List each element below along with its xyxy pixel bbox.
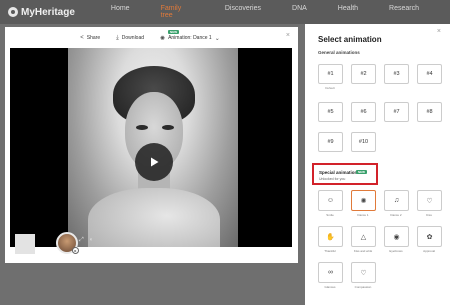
special-animation-caption: Approval	[423, 249, 435, 253]
special-animation-button[interactable]: ♡	[351, 262, 376, 283]
nav-link-home[interactable]: Home	[111, 5, 130, 19]
special-new-badge: NEW	[356, 170, 367, 174]
play-button[interactable]	[135, 143, 173, 181]
special-animation-button[interactable]: ✿	[417, 226, 442, 247]
special-animation-button[interactable]: ♡	[417, 190, 442, 211]
photo-modal: < Share ⤓ Download NEW ✺ Animation: Danc…	[5, 27, 298, 263]
share-button[interactable]: < Share	[80, 35, 100, 41]
nav-link-family-tree[interactable]: Family tree	[161, 5, 194, 19]
special-animation-caption: Dance 2	[390, 213, 402, 217]
smile-icon: ☺	[326, 197, 335, 204]
new-badge: NEW	[168, 29, 180, 34]
general-animations-label: General animations	[318, 50, 360, 55]
eyebrows-icon: ◉	[393, 233, 400, 241]
special-animation-caption: Smile	[326, 213, 334, 217]
special-animation-caption: Compassion	[354, 285, 372, 289]
special-animation-caption: Glances	[324, 285, 336, 289]
brand-name: MyHeritage	[21, 6, 75, 18]
general-animation-button[interactable]: #6	[351, 102, 376, 122]
panel-title: Select animation	[318, 35, 382, 44]
kiss-wink-icon: △	[360, 233, 367, 241]
special-animation-button[interactable]: △	[351, 226, 376, 247]
special-animations-label: Special animations	[319, 170, 360, 175]
animation-label: Animation: Dance 1	[168, 35, 212, 41]
modal-toolbar: < Share ⤓ Download NEW ✺ Animation: Danc…	[5, 29, 298, 44]
nav-links: Home Family tree Discoveries DNA Health …	[111, 5, 450, 19]
brand-logo[interactable]: MyHeritage	[8, 7, 75, 18]
play-icon	[151, 157, 159, 167]
general-animation-button[interactable]: #8	[417, 102, 442, 122]
general-animation-button[interactable]: #4	[417, 64, 442, 84]
nav-link-research[interactable]: Research	[389, 5, 419, 19]
special-animation-caption: Kiss and wink	[353, 249, 373, 253]
general-animation-button[interactable]: #1	[318, 64, 343, 84]
portrait-eye-left	[136, 125, 148, 130]
general-animation-caption: Default	[325, 86, 335, 90]
special-animation-caption: Kiss	[426, 213, 432, 217]
download-label: Download	[121, 35, 145, 41]
special-animation-button[interactable]: ♫	[384, 190, 409, 211]
special-animation-caption: Eyebrows	[389, 249, 403, 253]
myheritage-logo-icon	[8, 7, 18, 17]
special-animation-caption: Dance 1	[357, 213, 369, 217]
download-button[interactable]: ⤓ Download	[116, 35, 144, 42]
special-animation-button[interactable]: ☺	[318, 190, 343, 211]
portrait-eye-right	[162, 125, 174, 130]
kiss-icon: ♡	[426, 197, 433, 205]
chevron-down-icon: ⌄	[214, 35, 220, 42]
thankful-icon: ✋	[326, 233, 335, 241]
approval-icon: ✿	[426, 233, 433, 241]
nav-link-health[interactable]: Health	[338, 5, 358, 19]
dance2-icon: ♫	[393, 197, 400, 204]
special-animation-button[interactable]: ✋	[318, 226, 343, 247]
glasses-icon: ∞	[328, 269, 333, 276]
special-animation-button[interactable]: ✺	[351, 190, 376, 211]
dance-icon: ✺	[360, 197, 367, 205]
special-animations-sub: Unlocked for you	[319, 177, 346, 181]
share-label: Share	[86, 35, 101, 41]
top-navigation: MyHeritage Home Family tree Discoveries …	[0, 0, 450, 24]
thumbnail-strip: ▸	[10, 232, 292, 262]
general-animation-button[interactable]: #5	[318, 102, 343, 122]
special-animation-button[interactable]: ∞	[318, 262, 343, 283]
animation-icon: ✺	[160, 35, 166, 42]
photo-viewer: ⤢ ◖	[10, 48, 292, 247]
special-animation-caption: Thankful	[324, 249, 336, 253]
panel-close-icon[interactable]: ×	[437, 28, 441, 35]
general-animation-button[interactable]: #9	[318, 132, 343, 152]
animation-dropdown[interactable]: NEW ✺ Animation: Dance 1 ⌄	[160, 29, 223, 42]
close-icon[interactable]: ×	[286, 32, 290, 39]
thumbnail-original[interactable]	[15, 234, 35, 254]
general-animation-button[interactable]: #7	[384, 102, 409, 122]
nav-link-discoveries[interactable]: Discoveries	[225, 5, 261, 19]
share-icon: <	[80, 35, 84, 41]
download-icon: ⤓	[116, 34, 119, 41]
animated-badge-icon: ▸	[72, 247, 79, 254]
special-animation-button[interactable]: ◉	[384, 226, 409, 247]
general-animation-button[interactable]: #3	[384, 64, 409, 84]
nav-link-dna[interactable]: DNA	[292, 5, 307, 19]
general-animation-button[interactable]: #2	[351, 64, 376, 84]
general-animation-button[interactable]: #10	[351, 132, 376, 152]
heart-icon: ♡	[360, 269, 367, 277]
